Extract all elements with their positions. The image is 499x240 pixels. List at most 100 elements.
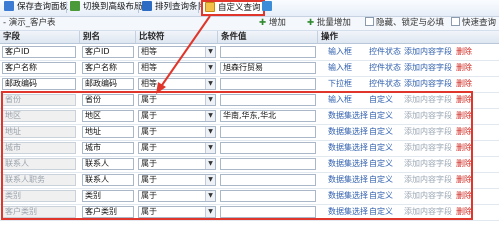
table-row: 客户名称 客户名称 相等 ▼ 旭森行贸易 输入框 控件状态 添加内容字段 删除 <box>0 60 499 77</box>
export-button[interactable] <box>262 1 275 14</box>
condition-value-input[interactable] <box>220 158 316 170</box>
row-op-link[interactable]: 数据集选择 <box>328 175 368 185</box>
row-op-link[interactable]: 自定义 <box>369 159 393 169</box>
table-row: 联系人职务 联系人 属于 ▼ 数据集选择 自定义 添加内容字段 删除 <box>0 172 499 189</box>
row-op-delete-link[interactable]: 删除 <box>456 63 472 73</box>
alias-input[interactable]: 客户名称 <box>82 62 134 74</box>
row-op-delete-link[interactable]: 删除 <box>456 111 472 121</box>
row-op-delete-link[interactable]: 删除 <box>456 127 472 137</box>
hide-lock-required-toggle[interactable]: 隐藏、锁定与必填 <box>365 17 444 30</box>
sort-conditions-button[interactable]: 排列查询条件 <box>142 1 206 14</box>
save-panel-button[interactable]: 保存查询面板 <box>4 1 68 14</box>
row-op-link[interactable]: 下拉框 <box>328 79 352 89</box>
comparator-select[interactable]: 属于 ▼ <box>138 174 216 186</box>
condition-value-input[interactable]: 华南,华东,华北 <box>220 110 316 122</box>
condition-value-input[interactable]: 旭森行贸易 <box>220 62 316 74</box>
alias-input[interactable]: 类别 <box>82 190 134 202</box>
alias-input[interactable]: 联系人 <box>82 174 134 186</box>
row-op-link[interactable]: 自定义 <box>369 95 393 105</box>
alias-input[interactable]: 联系人 <box>82 158 134 170</box>
field-input[interactable]: 客户名称 <box>2 62 76 74</box>
batch-add-button[interactable]: ✚ 批量增加 <box>307 17 351 30</box>
row-op-link[interactable]: 数据集选择 <box>328 191 368 201</box>
add-button[interactable]: ✚ 增加 <box>259 17 286 30</box>
comparator-value: 属于 <box>141 95 157 104</box>
row-op-link[interactable]: 控件状态 <box>369 63 401 73</box>
table-row: 地区 地区 属于 ▼ 华南,华东,华北 数据集选择 自定义 添加内容字段 删除 <box>0 108 499 125</box>
comparator-select[interactable]: 相等 ▼ <box>138 78 216 90</box>
alias-input[interactable]: 地址 <box>82 126 134 138</box>
row-op-delete-link[interactable]: 删除 <box>456 175 472 185</box>
row-op-link[interactable]: 添加内容字段 <box>404 79 452 89</box>
row-op-delete-link[interactable]: 删除 <box>456 95 472 105</box>
row-op-link[interactable]: 输入框 <box>328 47 352 57</box>
alias-input[interactable]: 地区 <box>82 110 134 122</box>
comparator-value: 属于 <box>141 207 157 216</box>
row-op-link[interactable]: 输入框 <box>328 95 352 105</box>
row-op-link[interactable]: 自定义 <box>369 127 393 137</box>
row-op-link[interactable]: 自定义 <box>369 111 393 121</box>
field-input[interactable]: 邮政编码 <box>2 78 76 90</box>
condition-value-input[interactable] <box>220 142 316 154</box>
fast-query-toggle[interactable]: 快速查询 <box>451 17 496 30</box>
row-op-delete-link[interactable]: 删除 <box>456 47 472 57</box>
comparator-select[interactable]: 相等 ▼ <box>138 46 216 58</box>
row-op-link[interactable]: 添加内容字段 <box>404 63 452 73</box>
panel-tools: ✚ 增加 ✚ 批量增加 隐藏、锁定与必填 快速查询 <box>259 17 499 30</box>
alias-input[interactable]: 邮政编码 <box>82 78 134 90</box>
comparator-select[interactable]: 属于 ▼ <box>138 142 216 154</box>
toolbar-divider <box>138 2 139 13</box>
alias-input[interactable]: 省份 <box>82 94 134 106</box>
row-op-link[interactable]: 数据集选择 <box>328 143 368 153</box>
comparator-value: 属于 <box>141 159 157 168</box>
alias-input[interactable]: 客户类别 <box>82 206 134 218</box>
table-row: 客户类别 客户类别 属于 ▼ 数据集选择 自定义 添加内容字段 删除 <box>0 204 499 221</box>
custom-query-button[interactable]: 自定义查询 <box>201 0 265 16</box>
condition-value-input[interactable] <box>220 174 316 186</box>
condition-value-input[interactable] <box>220 46 316 58</box>
condition-value-input[interactable] <box>220 78 316 90</box>
row-op-link[interactable]: 数据集选择 <box>328 159 368 169</box>
row-op-link[interactable]: 数据集选择 <box>328 111 368 121</box>
row-op-delete-link[interactable]: 删除 <box>456 79 472 89</box>
row-op-link[interactable]: 自定义 <box>369 207 393 217</box>
condition-value-input[interactable] <box>220 126 316 138</box>
header-alias: 别名 <box>80 31 136 43</box>
row-op-link[interactable]: 数据集选择 <box>328 127 368 137</box>
row-op-link[interactable]: 控件状态 <box>369 47 401 57</box>
table-row: 省份 省份 属于 ▼ 输入框 自定义 添加内容字段 删除 <box>0 92 499 109</box>
field-input: 联系人职务 <box>2 174 76 186</box>
row-op-link[interactable]: 自定义 <box>369 175 393 185</box>
row-op-link: 添加内容字段 <box>404 143 452 152</box>
field-input[interactable]: 客户ID <box>2 46 76 58</box>
row-op-link[interactable]: 自定义 <box>369 143 393 153</box>
row-op-link[interactable]: 控件状态 <box>369 79 401 89</box>
row-op-link: 添加内容字段 <box>404 175 452 184</box>
condition-value-input[interactable] <box>220 94 316 106</box>
row-op-link[interactable]: 自定义 <box>369 191 393 201</box>
row-op-link[interactable]: 输入框 <box>328 63 352 73</box>
toolbar-divider <box>66 2 67 13</box>
alias-input[interactable]: 客户ID <box>82 46 134 58</box>
row-op-link[interactable]: 数据集选择 <box>328 207 368 217</box>
condition-value-input[interactable] <box>220 190 316 202</box>
field-input: 客户类别 <box>2 206 76 218</box>
row-op-delete-link[interactable]: 删除 <box>456 191 472 201</box>
comparator-select[interactable]: 相等 ▼ <box>138 62 216 74</box>
comparator-value: 相等 <box>141 63 157 72</box>
row-op-delete-link[interactable]: 删除 <box>456 143 472 153</box>
condition-value-input[interactable] <box>220 206 316 218</box>
plus-icon: ✚ <box>307 18 315 28</box>
comparator-select[interactable]: 属于 ▼ <box>138 206 216 218</box>
row-op-delete-link[interactable]: 删除 <box>456 159 472 169</box>
row-op-delete-link[interactable]: 删除 <box>456 207 472 217</box>
comparator-select[interactable]: 属于 ▼ <box>138 158 216 170</box>
alias-input[interactable]: 城市 <box>82 142 134 154</box>
comparator-select[interactable]: 属于 ▼ <box>138 110 216 122</box>
comparator-value: 相等 <box>141 79 157 88</box>
switch-layout-button[interactable]: 切换到高级布局 <box>70 1 143 14</box>
comparator-select[interactable]: 属于 ▼ <box>138 190 216 202</box>
comparator-select[interactable]: 属于 ▼ <box>138 94 216 106</box>
comparator-select[interactable]: 属于 ▼ <box>138 126 216 138</box>
row-op-link[interactable]: 添加内容字段 <box>404 47 452 57</box>
